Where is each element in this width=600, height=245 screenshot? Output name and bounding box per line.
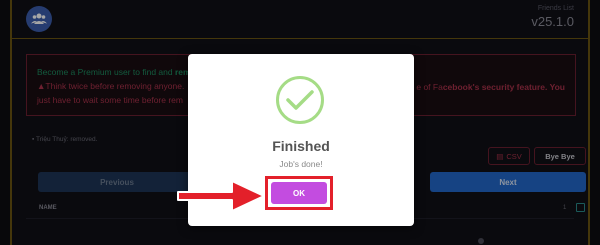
success-check-icon bbox=[276, 76, 324, 124]
pointer-arrow-icon bbox=[177, 180, 265, 212]
highlight-frame: OK bbox=[265, 176, 333, 210]
dialog-title: Finished bbox=[272, 138, 330, 154]
ok-button[interactable]: OK bbox=[271, 182, 327, 204]
dialog-message: Job's done! bbox=[279, 159, 323, 169]
